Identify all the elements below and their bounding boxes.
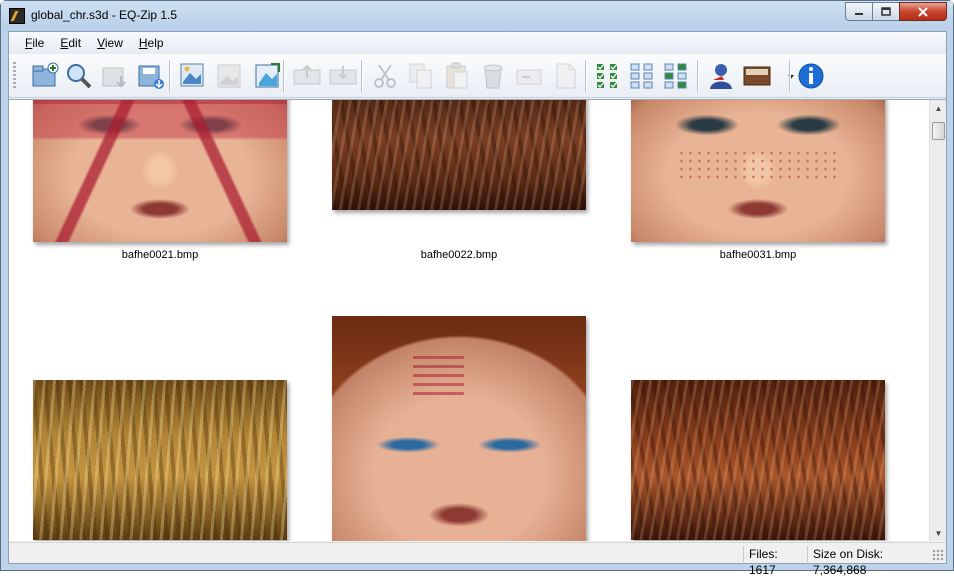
maximize-button[interactable] — [872, 2, 899, 21]
open-archive-icon — [67, 64, 92, 89]
status-size-on-disk: Size on Disk: 7,364,868 — [807, 546, 937, 577]
replace-image-icon — [217, 64, 241, 88]
thumbnail-image — [33, 380, 287, 540]
menu-label-rest: iew — [104, 36, 123, 50]
scroll-up-button[interactable]: ▲ — [930, 100, 946, 117]
toolbar — [9, 54, 946, 98]
delete-button[interactable] — [477, 60, 509, 92]
thumbnail-image — [332, 316, 586, 541]
status-file-count: Files: 1617 — [743, 546, 807, 577]
thumbnail-image — [631, 380, 885, 540]
move-up-button[interactable] — [291, 60, 323, 92]
chevron-down-icon — [788, 75, 794, 79]
face-paint-overlay — [33, 100, 287, 242]
paste-button[interactable] — [441, 60, 473, 92]
import-image-button[interactable] — [177, 60, 209, 92]
thumbnail-image — [631, 100, 885, 242]
window-controls — [845, 2, 947, 21]
new-archive-button[interactable] — [29, 60, 61, 92]
save-as-button[interactable] — [135, 60, 167, 92]
scroll-down-button[interactable]: ▼ — [930, 525, 946, 541]
view-thumbnails-icon — [743, 66, 771, 86]
extract-button[interactable] — [99, 60, 131, 92]
select-all-icon — [597, 63, 618, 88]
toolbar-separator — [789, 60, 790, 92]
move-up-icon — [293, 64, 321, 85]
properties-button[interactable] — [549, 60, 581, 92]
copy-button[interactable] — [405, 60, 437, 92]
cut-button[interactable] — [369, 60, 401, 92]
menu-label-rest: dit — [68, 36, 82, 50]
scroll-thumb[interactable] — [932, 122, 945, 140]
open-archive-button[interactable] — [63, 60, 95, 92]
status-bar: Files: 1617 Size on Disk: 7,364,868 — [9, 542, 946, 577]
select-all-button[interactable] — [593, 60, 625, 92]
face-paint-overlay — [332, 316, 586, 541]
import-image-icon — [180, 63, 204, 87]
new-archive-icon — [32, 62, 59, 87]
menu-label-rest: ile — [32, 36, 45, 50]
toolbar-separator — [283, 60, 284, 92]
select-none-icon — [630, 63, 653, 89]
minimize-button[interactable] — [845, 2, 872, 21]
thumbnail-image — [332, 100, 586, 210]
view-dropdown-button[interactable] — [775, 60, 794, 92]
maximize-icon — [881, 6, 891, 16]
user-icon — [710, 64, 732, 89]
app-icon[interactable] — [9, 8, 25, 24]
client-area: File Edit View Help ▲ ▼ bafhe0021.bmp bafhe0… — [8, 31, 947, 577]
user-button[interactable] — [705, 60, 737, 92]
toolbar-separator — [169, 60, 170, 92]
menu-accelerator: V — [97, 36, 105, 50]
menu-accelerator: H — [138, 36, 148, 50]
export-image-icon — [255, 63, 280, 88]
toolbar-grip[interactable] — [13, 62, 16, 90]
move-down-button[interactable] — [327, 60, 359, 92]
export-image-button[interactable] — [251, 60, 283, 92]
cut-icon — [374, 64, 396, 88]
menu-bar: File Edit View Help — [9, 32, 946, 54]
select-none-button[interactable] — [627, 60, 659, 92]
face-paint-overlay — [676, 149, 840, 182]
menu-file[interactable]: File — [17, 34, 52, 52]
invert-selection-icon — [664, 63, 687, 89]
paste-icon — [446, 62, 468, 89]
window-title: global_chr.s3d - EQ-Zip 1.5 — [31, 8, 178, 22]
vertical-scrollbar[interactable]: ▲ ▼ — [929, 100, 946, 541]
app-window: global_chr.s3d - EQ-Zip 1.5 File Edit View… — [0, 0, 954, 577]
minimize-icon — [855, 12, 863, 15]
toolbar-separator — [361, 60, 362, 92]
move-down-icon — [329, 66, 357, 85]
save-as-icon — [138, 65, 164, 89]
toolbar-separator — [697, 60, 698, 92]
title-bar[interactable]: global_chr.s3d - EQ-Zip 1.5 — [1, 1, 953, 31]
menu-label-rest: elp — [147, 36, 164, 50]
rename-button[interactable] — [513, 60, 545, 92]
thumbnail-image — [33, 100, 287, 242]
close-icon — [918, 6, 928, 17]
thumbnail-filename: bafhe0021.bmp — [121, 249, 199, 261]
rename-icon — [516, 69, 542, 85]
toolbar-separator — [585, 60, 586, 92]
view-thumbnails-button[interactable] — [741, 60, 773, 92]
resize-grip[interactable] — [932, 549, 944, 561]
invert-selection-button[interactable] — [661, 60, 693, 92]
replace-image-button[interactable] — [213, 60, 245, 92]
thumbnail-filename: bafhe0022.bmp — [420, 249, 498, 261]
copy-icon — [409, 63, 432, 89]
delete-icon — [483, 64, 503, 89]
menu-view[interactable]: View — [89, 34, 131, 52]
menu-edit[interactable]: Edit — [52, 34, 89, 52]
thumbnail-filename: bafhe0031.bmp — [719, 249, 797, 261]
extract-icon — [102, 67, 126, 88]
thumbnail-view[interactable]: ▲ ▼ bafhe0021.bmp bafhe0022.bmp bafhe0031.… — [9, 99, 946, 541]
menu-help[interactable]: Help — [131, 34, 172, 52]
properties-icon — [556, 63, 576, 89]
close-button[interactable] — [899, 2, 947, 21]
